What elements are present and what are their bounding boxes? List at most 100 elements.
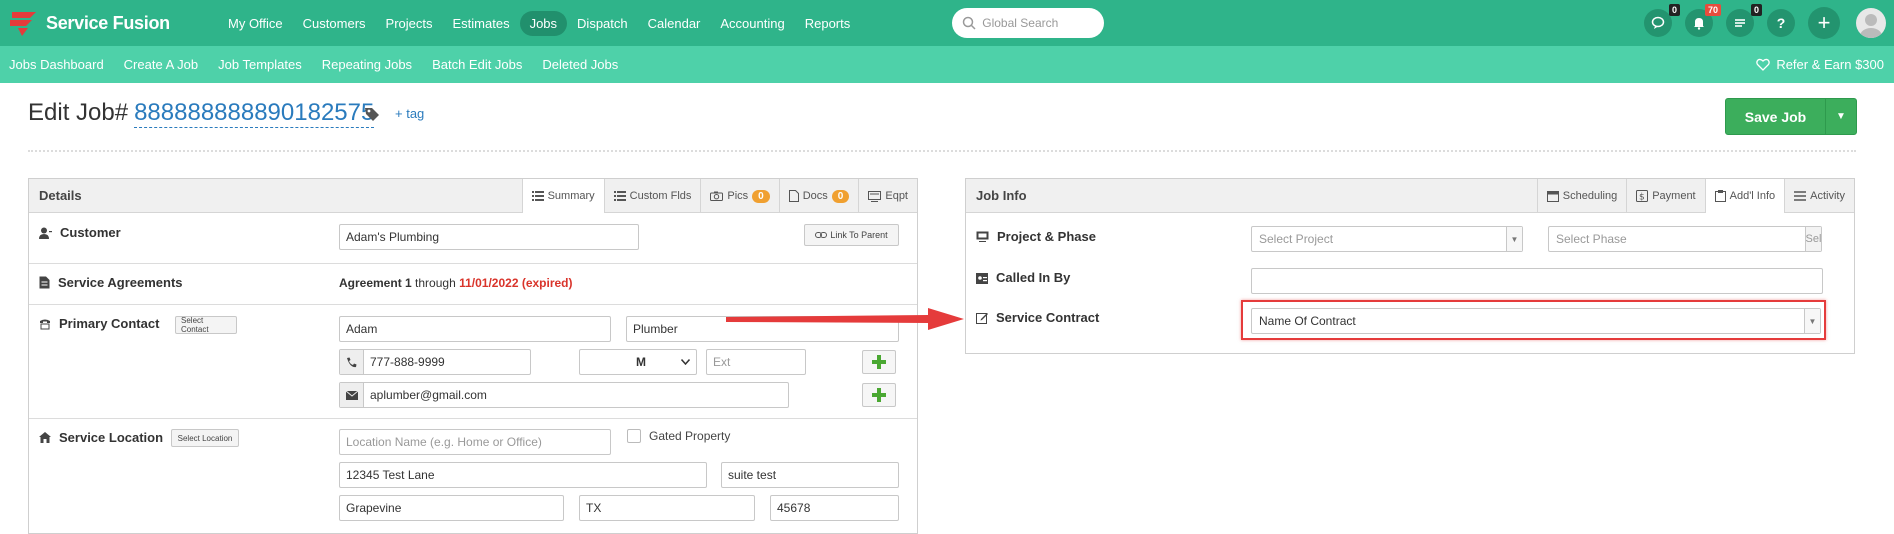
quick-add-button[interactable]: + — [1808, 7, 1840, 39]
tab-label: Docs — [802, 190, 828, 202]
phone-ext-input[interactable]: Ext — [706, 349, 806, 375]
location-name-input[interactable]: Location Name (e.g. Home or Office) — [339, 429, 611, 455]
phase-select-button[interactable]: Sel — [1805, 227, 1821, 251]
notifications-button[interactable]: 70 — [1685, 4, 1721, 37]
called-in-by-input[interactable] — [1251, 268, 1823, 294]
main-nav: My Office Customers Projects Estimates J… — [218, 10, 861, 36]
phone-type-select[interactable]: M — [579, 349, 697, 375]
help-icon: ? — [1776, 15, 1786, 31]
zip-input[interactable]: 45678 — [770, 495, 899, 521]
chat-button[interactable]: 0 — [1644, 4, 1680, 37]
subnav-create-job[interactable]: Create A Job — [124, 57, 198, 72]
pics-count-badge: 0 — [752, 189, 770, 203]
global-search-input[interactable]: Global Search — [952, 8, 1105, 38]
logo[interactable]: Service Fusion — [8, 8, 208, 38]
save-job-button[interactable]: Save Job — [1726, 99, 1826, 134]
link-icon — [815, 232, 828, 238]
save-options-toggle[interactable]: ▼ — [1826, 99, 1856, 134]
tab-payment[interactable]: $ Payment — [1626, 179, 1704, 213]
subnav-deleted-jobs[interactable]: Deleted Jobs — [542, 57, 618, 72]
brand-name: Service Fusion — [46, 12, 170, 33]
header-divider — [28, 150, 1856, 152]
tab-addl-info[interactable]: Add'l Info — [1704, 179, 1785, 213]
customer-label: Customer — [39, 225, 121, 240]
calendar-icon — [1546, 191, 1559, 202]
tab-pics[interactable]: Pics 0 — [700, 179, 778, 213]
edit-icon — [976, 312, 988, 324]
refer-label: Refer & Earn $300 — [1776, 57, 1884, 72]
nav-jobs[interactable]: Jobs — [519, 10, 568, 36]
service-agreements-label: Service Agreements — [39, 275, 183, 290]
nav-reports[interactable]: Reports — [795, 11, 861, 36]
camera-icon — [710, 191, 724, 201]
tab-label: Add'l Info — [1729, 190, 1776, 202]
details-panel: Details Summary Custom Flds Pics 0 Docs … — [28, 178, 918, 534]
nav-dispatch[interactable]: Dispatch — [567, 11, 638, 36]
payment-icon: $ — [1636, 190, 1649, 202]
tab-scheduling[interactable]: Scheduling — [1536, 179, 1626, 213]
tab-label: Pics — [727, 190, 749, 202]
dropdown-arrow-icon: ▼ — [1506, 227, 1522, 251]
project-phase-label: Project & Phase — [976, 229, 1096, 244]
list-icon — [1794, 191, 1807, 201]
email-input[interactable]: aplumber@gmail.com — [339, 382, 789, 408]
tasks-button[interactable]: 0 — [1726, 4, 1762, 37]
subnav-jobs-dashboard[interactable]: Jobs Dashboard — [9, 57, 104, 72]
nav-estimates[interactable]: Estimates — [443, 11, 520, 36]
subnav-repeating-jobs[interactable]: Repeating Jobs — [322, 57, 412, 72]
nav-calendar[interactable]: Calendar — [638, 11, 711, 36]
first-name-input[interactable]: Adam — [339, 316, 611, 342]
nav-accounting[interactable]: Accounting — [710, 11, 794, 36]
phone-input[interactable]: 777-888-9999 — [339, 349, 531, 375]
primary-contact-label: Primary Contact — [39, 316, 159, 331]
tab-activity[interactable]: Activity — [1784, 179, 1854, 213]
bell-icon — [1694, 18, 1704, 30]
nav-customers[interactable]: Customers — [293, 11, 376, 36]
phone-book-icon — [40, 319, 50, 329]
sub-navigation-bar: Jobs Dashboard Create A Job Job Template… — [0, 46, 1894, 83]
agreement-through: through — [415, 276, 456, 290]
tab-custom-fields[interactable]: Custom Flds — [603, 179, 701, 213]
nav-my-office[interactable]: My Office — [218, 11, 293, 36]
nav-projects[interactable]: Projects — [376, 11, 443, 36]
plus-icon — [872, 388, 886, 402]
agreement-name: Agreement 1 — [339, 276, 412, 290]
tab-label: Eqpt — [885, 190, 908, 202]
select-location-button[interactable]: Select Location — [171, 429, 239, 447]
tasks-icon — [1735, 19, 1745, 27]
add-tag-link[interactable]: + tag — [395, 106, 424, 121]
job-number-link[interactable]: 888888888890182575 — [134, 99, 375, 128]
service-location-label: Service Location — [39, 430, 163, 445]
select-project-dropdown[interactable]: Select Project ▼ — [1251, 226, 1523, 252]
select-phase-dropdown[interactable]: Select Phase Sel — [1548, 226, 1822, 252]
list-icon — [531, 191, 544, 201]
tab-docs[interactable]: Docs 0 — [778, 179, 859, 213]
equipment-icon — [868, 190, 882, 202]
help-button[interactable]: ? — [1767, 9, 1795, 37]
agreement-expiry: 11/01/2022 (expired) — [459, 276, 573, 290]
add-email-button[interactable] — [862, 383, 896, 407]
gated-property-checkbox[interactable]: Gated Property — [627, 429, 730, 443]
suite-input[interactable]: suite test — [721, 462, 899, 488]
link-to-parent-button[interactable]: Link To Parent — [804, 224, 899, 246]
refer-link[interactable]: Refer & Earn $300 — [1756, 57, 1884, 72]
top-icons: 0 70 0 ? + — [1644, 0, 1894, 46]
tab-equipment[interactable]: Eqpt — [858, 179, 917, 213]
city-input[interactable]: Grapevine — [339, 495, 564, 521]
subnav-batch-edit-jobs[interactable]: Batch Edit Jobs — [432, 57, 522, 72]
state-input[interactable]: TX — [579, 495, 755, 521]
select-contact-button[interactable]: Select Contact — [175, 316, 237, 334]
tab-summary[interactable]: Summary — [521, 179, 604, 213]
tag-icon — [364, 106, 380, 127]
checkbox-box[interactable] — [627, 429, 641, 443]
subnav-job-templates[interactable]: Job Templates — [218, 57, 302, 72]
user-avatar[interactable] — [1856, 8, 1886, 38]
phone-icon — [340, 350, 364, 374]
street-input[interactable]: 12345 Test Lane — [339, 462, 707, 488]
add-phone-button[interactable] — [862, 350, 896, 374]
top-navigation-bar: Service Fusion My Office Customers Proje… — [0, 0, 1894, 46]
tab-label: Summary — [547, 190, 595, 202]
details-title: Details — [39, 188, 82, 203]
customer-input[interactable]: Adam's Plumbing — [339, 224, 639, 250]
annotation-arrow — [726, 308, 964, 330]
